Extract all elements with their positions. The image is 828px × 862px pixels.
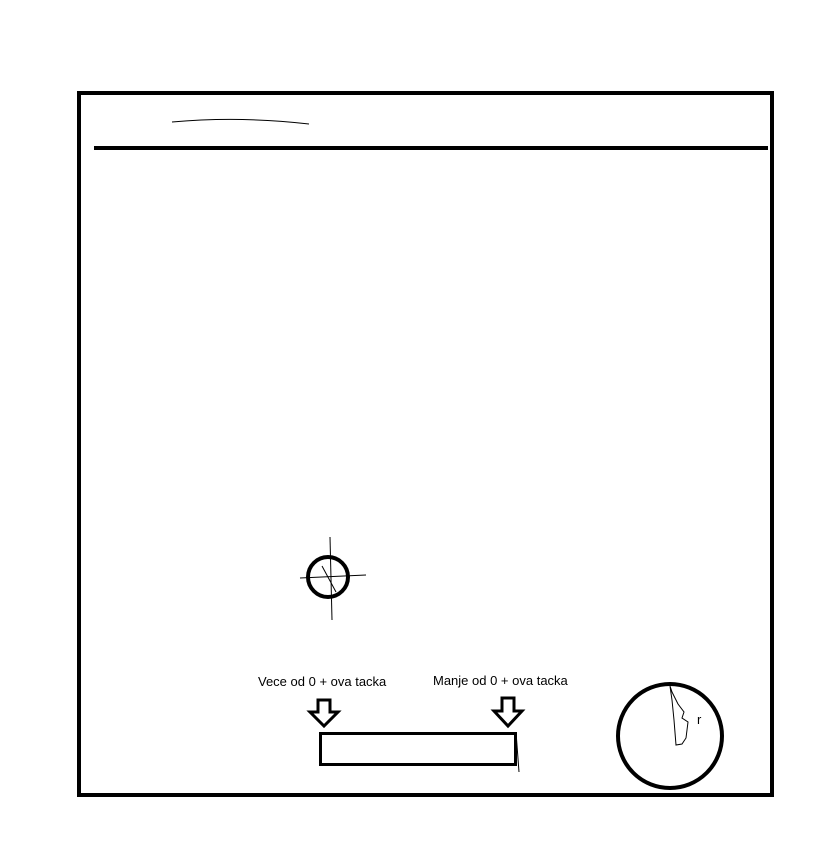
- slider-bar[interactable]: [319, 732, 517, 766]
- arrow-down-icon: [306, 698, 342, 729]
- greater-than-zero-label: Vece od 0 + ova tacka: [258, 674, 387, 689]
- title-scribble: [171, 118, 310, 125]
- radius-label: r: [697, 712, 702, 727]
- joystick-circle-icon[interactable]: r: [616, 682, 724, 790]
- less-than-zero-label: Manje od 0 + ova tacka: [433, 673, 568, 688]
- crosshair-icon[interactable]: [299, 536, 367, 621]
